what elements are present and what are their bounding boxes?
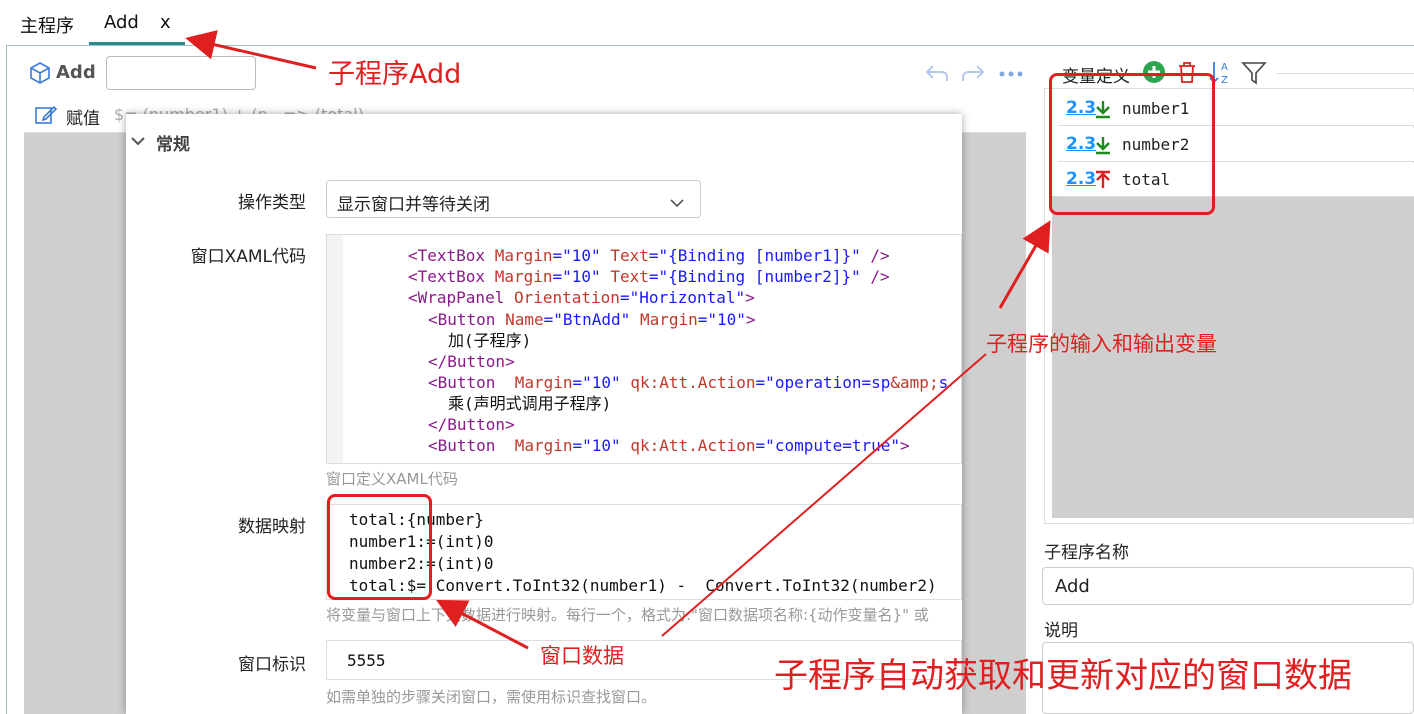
annotation-subprogram-add: 子程序Add xyxy=(328,59,462,90)
arrow-to-tab xyxy=(185,30,317,70)
annotation-io-vars: 子程序的输入和输出变量 xyxy=(986,332,1217,356)
annotation-auto-sync: 子程序自动获取和更新对应的窗口数据 xyxy=(774,656,1352,696)
connector-line xyxy=(661,353,987,637)
arrow-to-mapping xyxy=(436,599,529,650)
arrow-to-variables xyxy=(998,220,1051,309)
annotation-window-data: 窗口数据 xyxy=(540,644,624,668)
